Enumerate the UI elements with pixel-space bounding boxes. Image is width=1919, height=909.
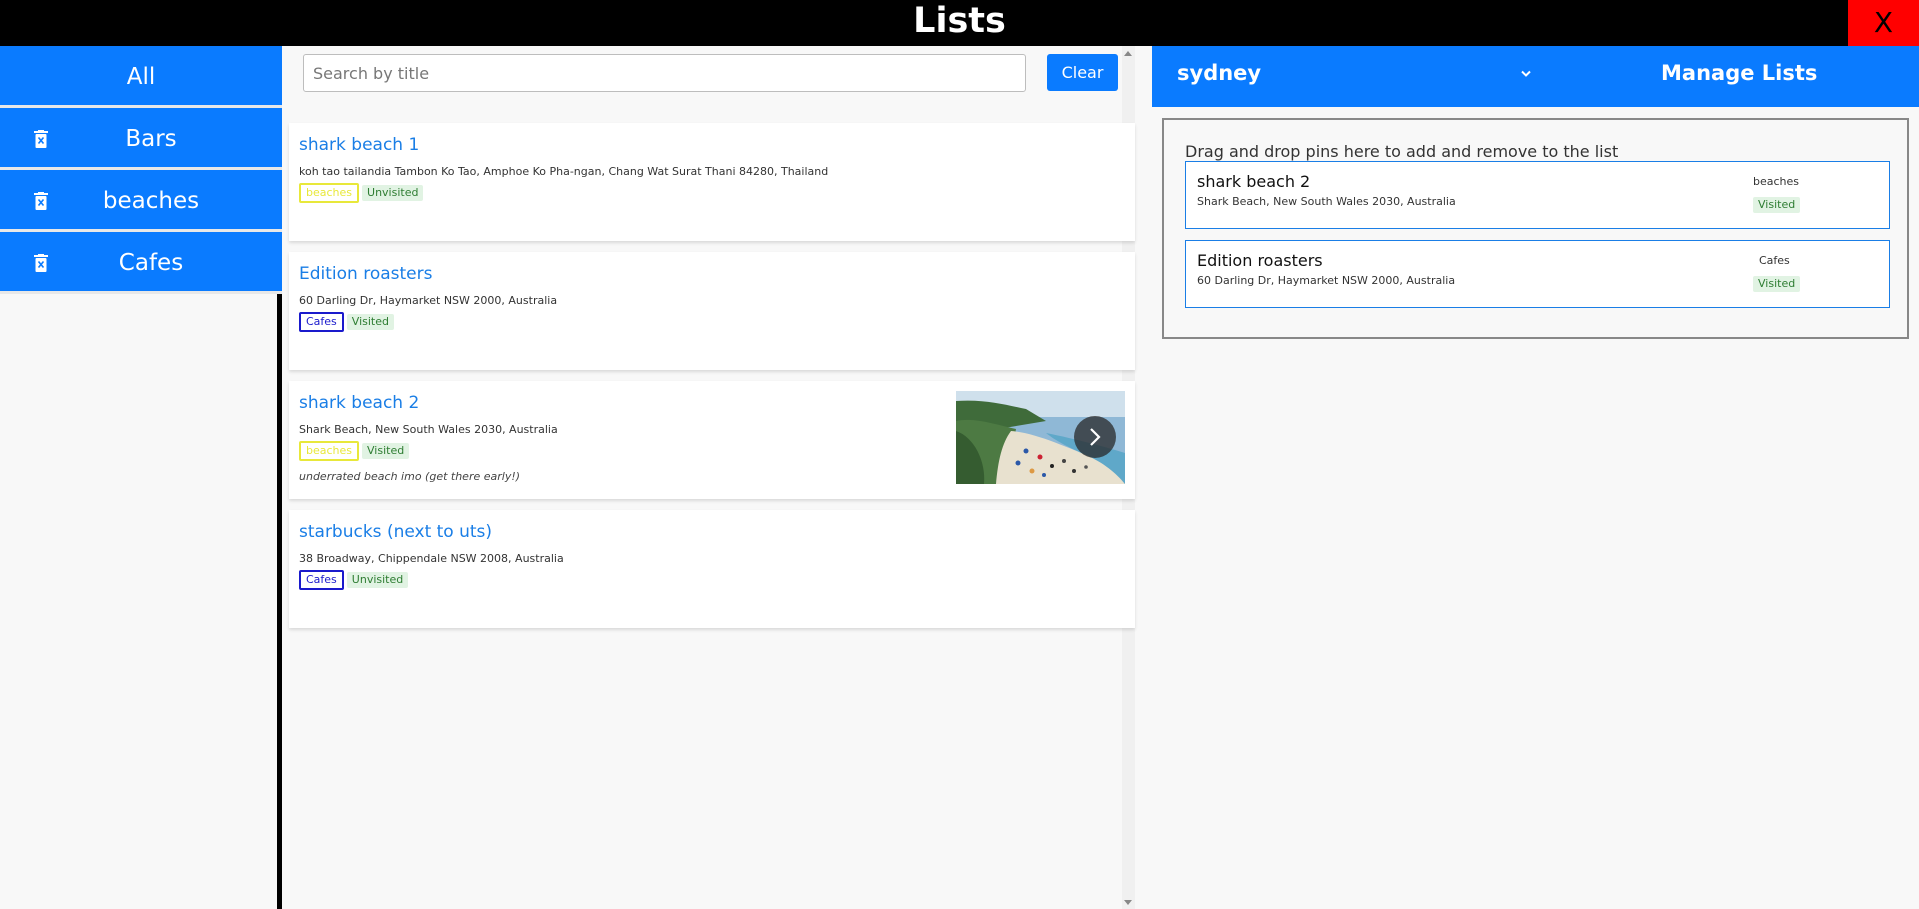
- list-badge: Cafes: [299, 570, 344, 590]
- status-badge: Visited: [1753, 197, 1801, 213]
- search-input[interactable]: [303, 54, 1026, 92]
- trash-icon[interactable]: [34, 254, 48, 272]
- pin-address: Shark Beach, New South Wales 2030, Austr…: [299, 423, 558, 436]
- status-badge: Unvisited: [362, 185, 424, 201]
- sidebar-item-bars[interactable]: Bars: [0, 108, 282, 170]
- pin-tags: beaches Visited: [299, 441, 412, 461]
- pin-title: Edition roasters: [1197, 251, 1323, 270]
- sidebar-item-label: All: [126, 64, 156, 90]
- pin-tags: beaches Unvisited: [299, 183, 426, 203]
- top-bar: Lists X: [0, 0, 1919, 46]
- sidebar-item-label: Bars: [125, 126, 177, 152]
- list-item[interactable]: shark beach 2 Shark Beach, New South Wal…: [289, 381, 1135, 499]
- pin-tags: Cafes Unvisited: [299, 570, 411, 590]
- pin-address: 60 Darling Dr, Haymarket NSW 2000, Austr…: [1197, 274, 1456, 287]
- list-label: Cafes: [1759, 254, 1790, 267]
- dropzone-pin[interactable]: Edition roasters 60 Darling Dr, Haymarke…: [1185, 240, 1890, 308]
- status-badge: Visited: [346, 314, 394, 330]
- pin-title[interactable]: shark beach 1: [299, 135, 419, 155]
- chevron-down-icon[interactable]: [1520, 70, 1532, 78]
- list-badge: beaches: [299, 183, 360, 203]
- list-item[interactable]: starbucks (next to uts) 38 Broadway, Chi…: [289, 510, 1135, 628]
- pin-tags: Cafes Visited: [299, 312, 397, 332]
- trash-icon[interactable]: [34, 130, 48, 148]
- page-title: Lists: [913, 1, 1006, 41]
- status-badge: Visited: [362, 443, 410, 459]
- pin-note: underrated beach imo (get there early!): [299, 470, 521, 483]
- list-label: beaches: [1753, 175, 1800, 188]
- pin-title[interactable]: Edition roasters: [299, 264, 433, 284]
- trash-icon[interactable]: [34, 192, 48, 210]
- manage-lists-button[interactable]: Manage Lists: [1661, 61, 1817, 85]
- list-badge: beaches: [299, 441, 360, 461]
- scroll-up-arrow-icon[interactable]: [1124, 51, 1132, 56]
- pin-address: 38 Broadway, Chippendale NSW 2008, Austr…: [299, 552, 564, 565]
- dropzone-pin[interactable]: shark beach 2 Shark Beach, New South Wal…: [1185, 161, 1890, 229]
- sidebar-item-label: beaches: [102, 188, 200, 214]
- list-item[interactable]: shark beach 1 koh tao tailandia Tambon K…: [289, 123, 1135, 241]
- dropzone-label: Drag and drop pins here to add and remov…: [1185, 142, 1619, 161]
- city-select[interactable]: sydney: [1177, 61, 1261, 85]
- carousel-next-button[interactable]: [1074, 416, 1116, 458]
- pin-title[interactable]: shark beach 2: [299, 393, 419, 413]
- manage-panel: sydney Manage Lists Drag and drop pins h…: [1152, 46, 1919, 909]
- pin-photo-carousel: [956, 391, 1125, 484]
- search-row: Clear: [287, 46, 1135, 122]
- sidebar: All Bars beaches Cafes: [0, 46, 282, 909]
- pin-title: shark beach 2: [1197, 172, 1311, 191]
- scroll-down-arrow-icon[interactable]: [1124, 900, 1132, 905]
- status-badge: Unvisited: [346, 572, 409, 588]
- list-badge: Cafes: [299, 312, 344, 332]
- sidebar-item-beaches[interactable]: beaches: [0, 170, 282, 232]
- sidebar-item-all[interactable]: All: [0, 46, 282, 108]
- pin-title[interactable]: starbucks (next to uts): [299, 522, 492, 542]
- sidebar-item-cafes[interactable]: Cafes: [0, 232, 282, 294]
- pin-address: 60 Darling Dr, Haymarket NSW 2000, Austr…: [299, 294, 558, 307]
- manage-panel-header: sydney Manage Lists: [1152, 46, 1919, 107]
- pin-address: Shark Beach, New South Wales 2030, Austr…: [1197, 195, 1456, 208]
- clear-button[interactable]: Clear: [1047, 54, 1118, 91]
- pin-address: koh tao tailandia Tambon Ko Tao, Amphoe …: [299, 165, 829, 178]
- list-item[interactable]: Edition roasters 60 Darling Dr, Haymarke…: [289, 252, 1135, 370]
- chevron-right-icon: [1090, 428, 1101, 446]
- sidebar-item-label: Cafes: [118, 250, 184, 276]
- close-button[interactable]: X: [1848, 0, 1919, 46]
- pin-list-panel: Clear shark beach 1 koh tao tailandia Ta…: [287, 46, 1135, 909]
- pin-dropzone[interactable]: Drag and drop pins here to add and remov…: [1162, 118, 1909, 339]
- status-badge: Visited: [1753, 276, 1801, 292]
